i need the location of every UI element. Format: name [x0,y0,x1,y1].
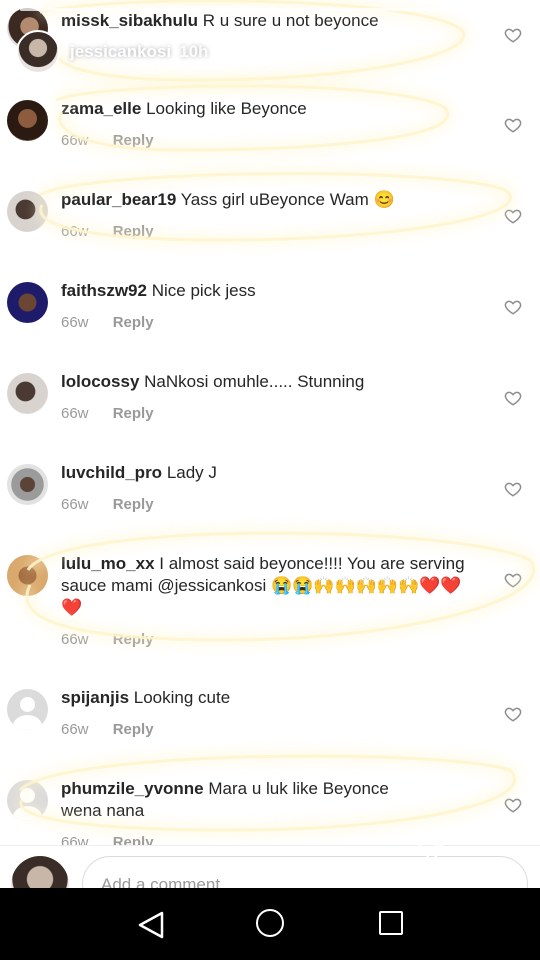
comment-username[interactable]: faithszw92 [61,281,147,300]
avatar[interactable] [7,555,48,596]
reply-button[interactable]: Reply [113,631,154,648]
vertical-dots-icon[interactable] [498,838,508,868]
comment-username[interactable]: luvchild_pro [61,463,162,482]
reply-button[interactable]: Reply [113,132,154,149]
comment-meta: 66w Reply [61,132,154,149]
heart-outline-icon[interactable] [504,389,522,407]
default-avatar-icon[interactable] [7,689,48,730]
avatar[interactable] [7,191,48,232]
comment-username[interactable]: zama_elle [61,99,141,118]
circle-home-icon[interactable] [256,909,284,937]
heart-outline-icon[interactable] [504,796,522,814]
reply-button[interactable]: Reply [113,314,154,331]
story-time: 10h [179,42,209,61]
comment-text: Looking like Beyonce [146,99,307,118]
comment-age: 66w [61,405,89,422]
triangle-back-icon[interactable] [136,910,166,940]
avatar[interactable] [7,282,48,323]
comment-meta: 66w Reply [61,223,154,240]
comment-text: Looking cute [133,688,231,707]
heart-outline-icon[interactable] [504,705,522,723]
comment-emoji: 😊 [373,190,395,209]
comment-username[interactable]: lolocossy [61,372,139,391]
reply-button[interactable]: Reply [113,496,154,513]
comment-age: 66w [61,132,89,149]
system-navigation-bar [0,888,540,960]
comment-composer: Add a comment [0,845,540,899]
paper-plane-icon[interactable] [412,836,448,870]
comment-text: Yass girl uBeyonce Wam [180,190,369,209]
comment-meta: 66w Reply [61,314,154,331]
comment-username[interactable]: missk_sibakhulu [61,11,198,30]
comment-username[interactable]: lulu_mo_xx [61,554,155,573]
comment-meta: 66w Reply [61,631,154,648]
comments-list[interactable]: missk_sibakhulu R u sure u not beyonce z… [0,0,540,845]
comment-age: 66w [61,496,89,513]
comment-username[interactable]: phumzile_yvonne [61,779,204,798]
default-avatar-icon[interactable] [7,780,48,821]
heart-outline-icon[interactable] [504,116,522,134]
comment-text: Lady J [166,463,217,482]
reply-button[interactable]: Reply [113,223,154,240]
story-username[interactable]: jessicankosi [70,42,171,62]
avatar[interactable] [7,100,48,141]
comment-username[interactable]: paular_bear19 [61,190,176,209]
comment-username[interactable]: spijanjis [61,688,129,707]
reply-button[interactable]: Reply [113,834,154,845]
story-header: jessicankosi 10h [16,30,208,74]
comment-text: NaNkosi omuhle..... Stunning [144,372,365,391]
story-avatar[interactable] [16,30,60,74]
comment-age: 66w [61,314,89,331]
comment-text: R u sure u not beyonce [202,11,379,30]
comment-age: 66w [61,721,89,738]
heart-outline-icon[interactable] [504,480,522,498]
story-progress-bar [20,8,520,11]
comment-age: 66w [61,834,89,845]
comment-meta: 66w Reply [61,405,154,422]
heart-outline-icon[interactable] [504,298,522,316]
comment-age: 66w [61,223,89,240]
avatar[interactable] [7,373,48,414]
heart-outline-icon[interactable] [504,207,522,225]
comment-meta: 66w Reply [61,496,154,513]
comment-meta: 66w Reply [61,834,154,845]
avatar[interactable] [7,464,48,505]
heart-outline-icon[interactable] [504,26,522,44]
heart-outline-icon[interactable] [504,571,522,589]
comment-text: Nice pick jess [151,281,256,300]
square-recents-icon[interactable] [379,911,403,935]
comment-age: 66w [61,631,89,648]
reply-button[interactable]: Reply [113,721,154,738]
comment-meta: 66w Reply [61,721,154,738]
reply-button[interactable]: Reply [113,405,154,422]
